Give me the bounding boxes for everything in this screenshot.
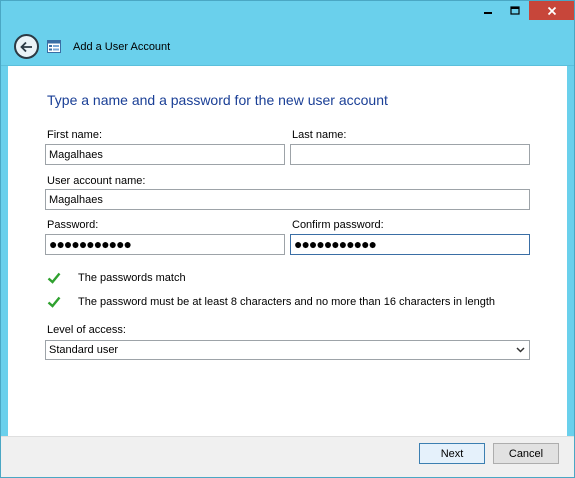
confirm-password-field[interactable]: ●●●●●●●●●●●	[290, 234, 530, 255]
check-text: The password must be at least 8 characte…	[78, 296, 496, 308]
window-border-right	[567, 66, 575, 436]
minimize-button[interactable]	[475, 1, 501, 20]
account-name-label: User account name:	[47, 175, 146, 187]
chevron-down-icon	[516, 347, 525, 353]
account-name-field[interactable]	[45, 189, 530, 210]
password-label: Password:	[47, 219, 99, 231]
close-button[interactable]	[529, 1, 574, 20]
checkmark-icon	[47, 296, 61, 308]
password-length-check: The password must be at least 8 characte…	[47, 296, 495, 308]
close-icon	[547, 6, 556, 15]
maximize-button[interactable]	[502, 1, 528, 20]
back-button[interactable]	[14, 34, 39, 59]
access-level-select[interactable]: Standard user	[45, 340, 530, 360]
confirm-password-label: Confirm password:	[292, 219, 384, 231]
last-name-label: Last name:	[292, 129, 347, 141]
first-name-label: First name:	[47, 129, 103, 141]
user-accounts-icon	[47, 40, 61, 53]
access-level-value: Standard user	[49, 344, 119, 356]
page-title: Type a name and a password for the new u…	[47, 92, 388, 108]
access-level-label: Level of access:	[47, 324, 126, 336]
last-name-field[interactable]	[290, 144, 530, 165]
footer-bar	[0, 436, 575, 478]
minimize-icon	[484, 11, 492, 14]
window-title: Add a User Account	[73, 41, 171, 53]
passwords-match-check: The passwords match	[47, 272, 186, 284]
check-text: The passwords match	[78, 272, 186, 284]
first-name-field[interactable]	[45, 144, 285, 165]
password-field[interactable]: ●●●●●●●●●●●	[45, 234, 285, 255]
cancel-button[interactable]: Cancel	[493, 443, 559, 464]
maximize-icon	[510, 5, 520, 15]
back-arrow-icon	[20, 41, 32, 52]
next-button[interactable]: Next	[419, 443, 485, 464]
window-border-left	[0, 66, 8, 436]
checkmark-icon	[47, 272, 61, 284]
